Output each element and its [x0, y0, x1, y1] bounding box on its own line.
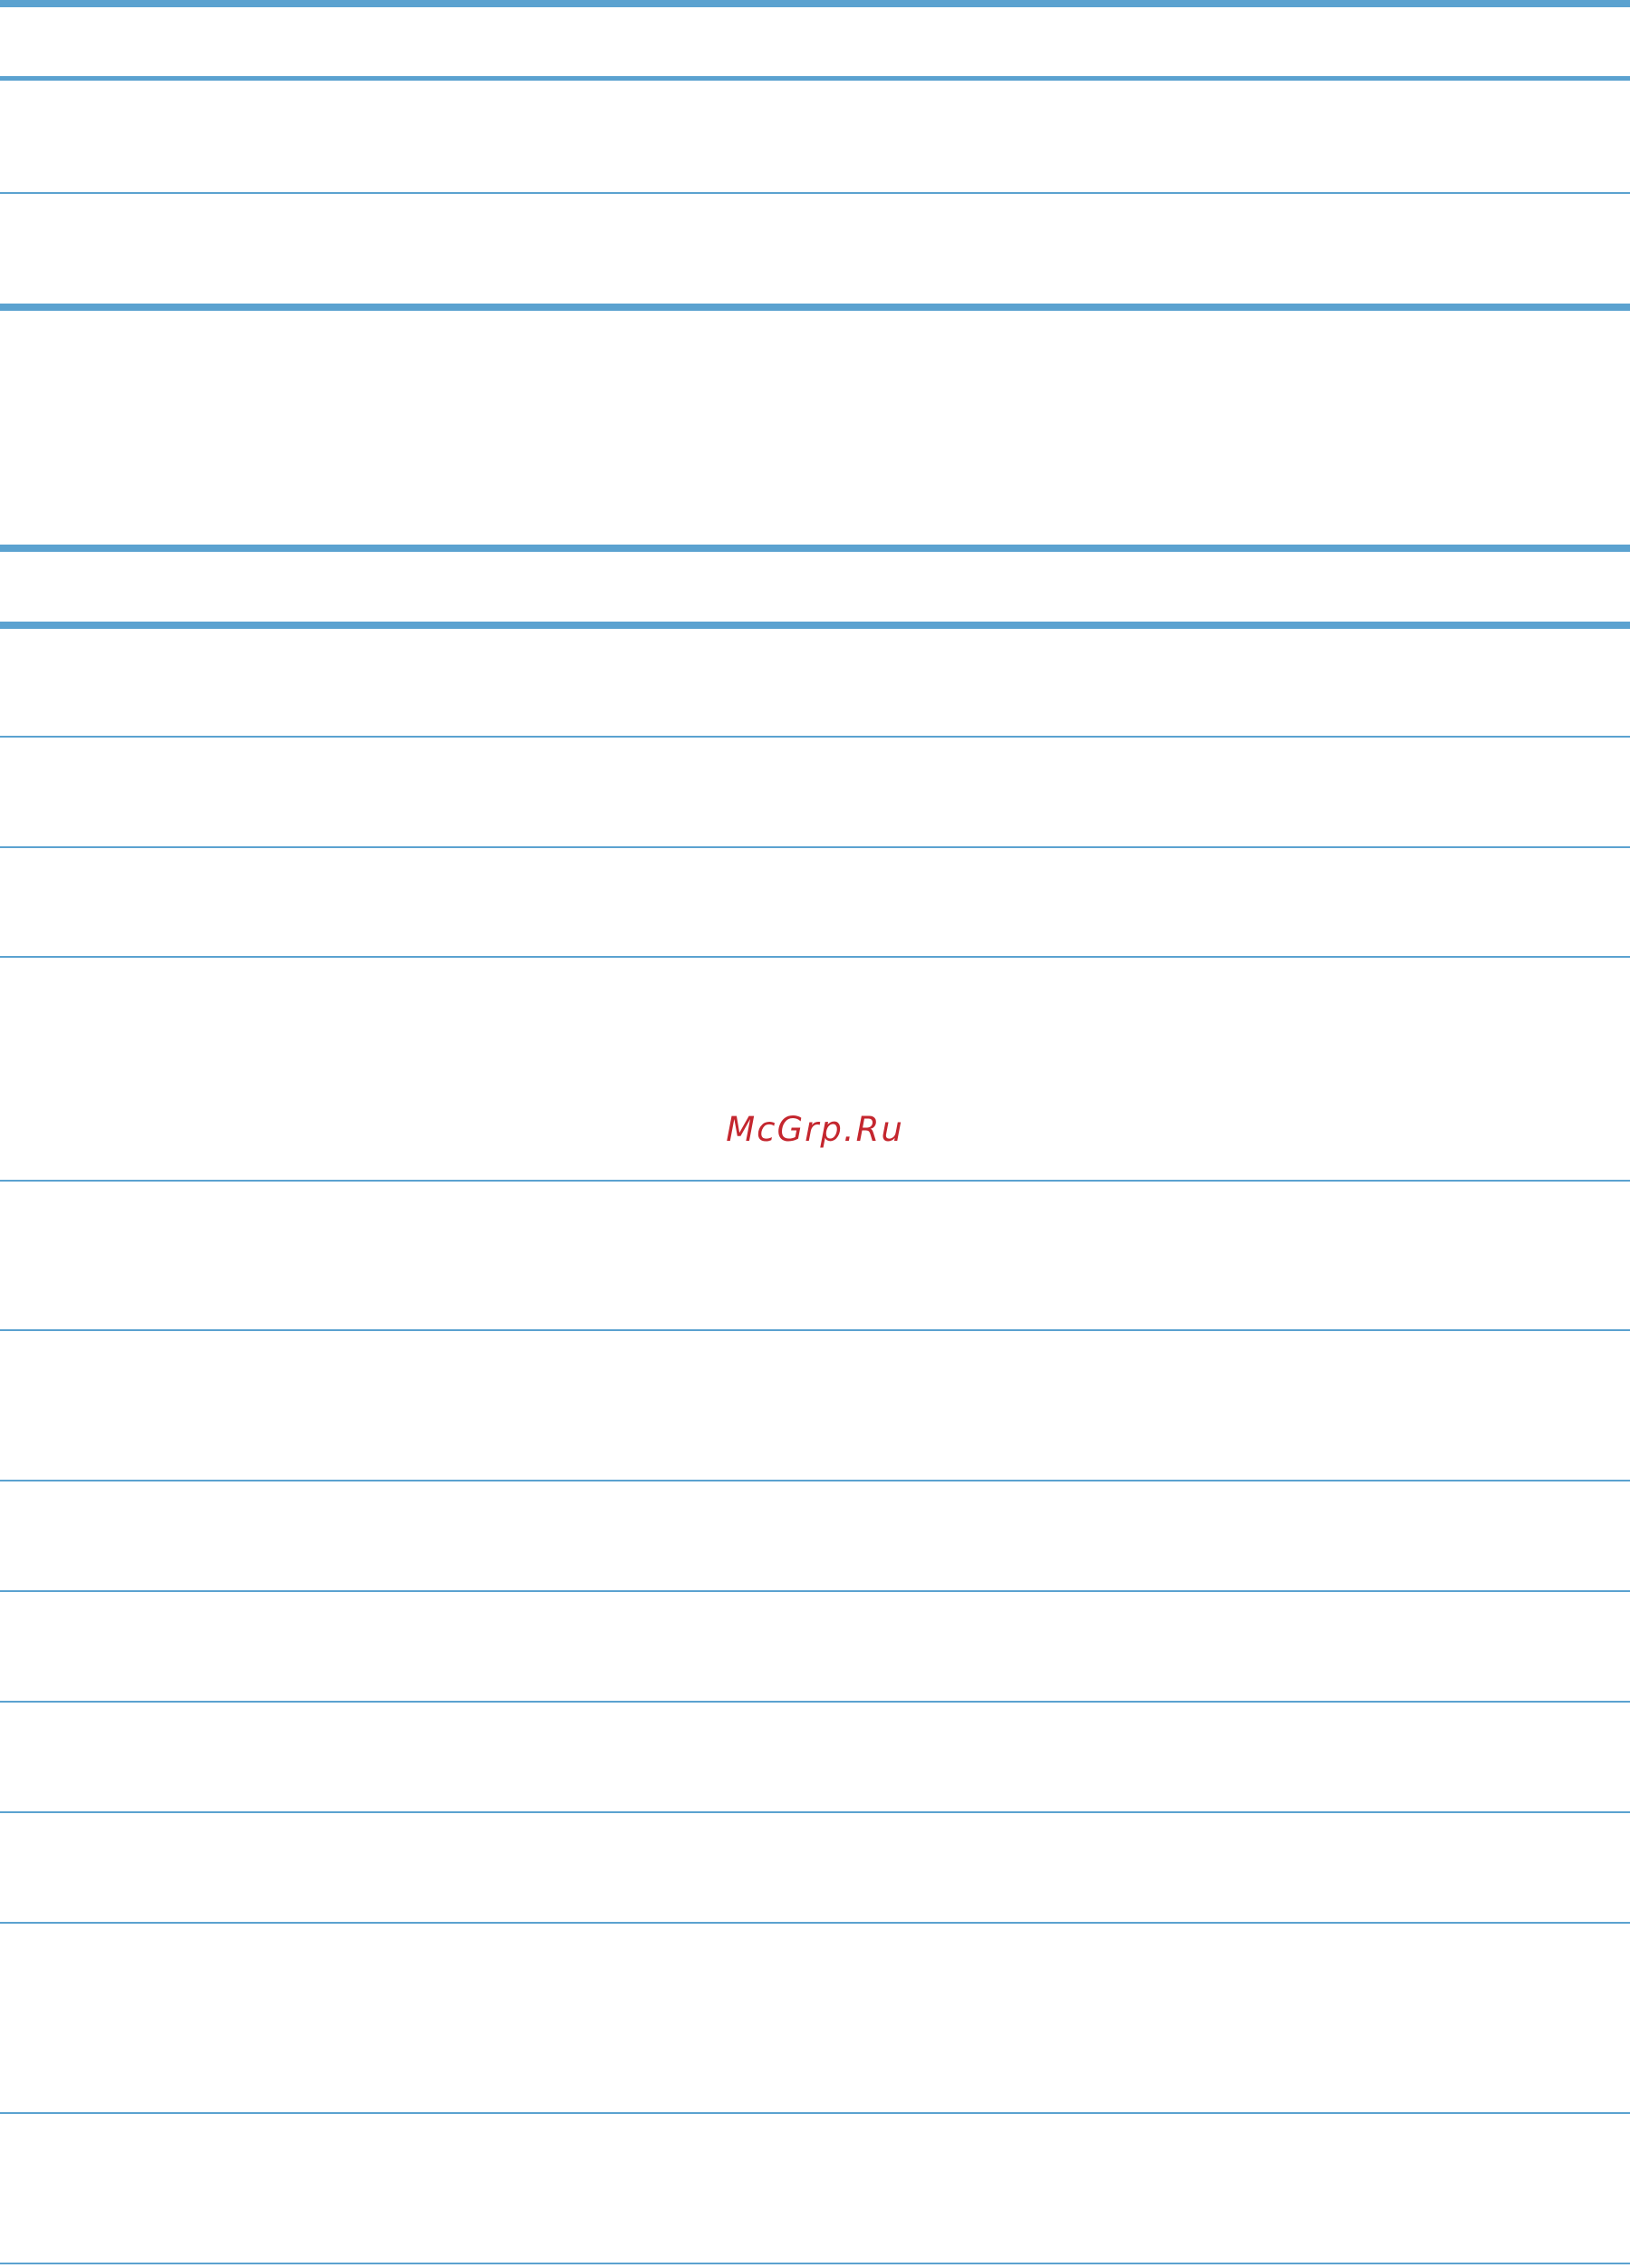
- table-rule-top: [0, 0, 1630, 7]
- table-rule: [0, 545, 1630, 552]
- table-rule: [0, 1811, 1630, 1813]
- table-rule: [0, 622, 1630, 629]
- table-rule: [0, 1329, 1630, 1331]
- table-rule: [0, 736, 1630, 738]
- table-rule: [0, 1701, 1630, 1703]
- table-rule: [0, 1922, 1630, 1924]
- table-rule: [0, 956, 1630, 958]
- table-rule: [0, 846, 1630, 848]
- table-rule: [0, 76, 1630, 81]
- table-rule: [0, 1590, 1630, 1592]
- table-rule-bottom: [0, 2263, 1630, 2264]
- table-rule: [0, 2112, 1630, 2114]
- table-rule: [0, 304, 1630, 311]
- watermark-text: McGrp.Ru: [726, 1110, 904, 1149]
- table-rule: [0, 192, 1630, 194]
- table-rule: [0, 1480, 1630, 1481]
- table-rule: [0, 1180, 1630, 1182]
